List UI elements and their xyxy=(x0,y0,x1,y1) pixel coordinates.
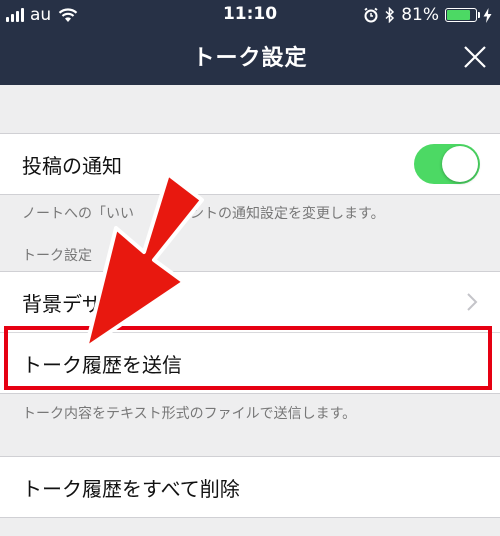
notification-toggle[interactable] xyxy=(414,144,480,184)
chevron-right-icon xyxy=(467,293,478,311)
send-history-description: トーク内容をテキスト形式のファイルで送信します。 xyxy=(22,406,357,422)
background-design-label: 背景デザ xyxy=(22,292,102,316)
charging-icon xyxy=(483,7,492,23)
alarm-icon xyxy=(364,7,378,23)
delete-history-group: トーク履歴をすべて削除 xyxy=(0,456,500,518)
send-history-label: トーク履歴を送信 xyxy=(22,353,182,377)
notification-group: 投稿の通知 xyxy=(0,133,500,195)
notification-row: 投稿の通知 xyxy=(0,134,500,194)
delete-history-row[interactable]: トーク履歴をすべて削除 xyxy=(0,457,500,517)
close-icon[interactable] xyxy=(462,44,488,70)
battery-icon xyxy=(445,8,480,22)
battery-percent: 81% xyxy=(401,5,439,25)
page-title: トーク設定 xyxy=(192,46,308,71)
talk-settings-group: 背景デザ トーク履歴を送信 xyxy=(0,271,500,394)
background-design-row[interactable]: 背景デザ xyxy=(0,272,500,333)
notification-label: 投稿の通知 xyxy=(22,154,122,178)
status-bar: au 11:10 81% xyxy=(0,0,500,30)
section-header-talk-settings: トーク設定 xyxy=(22,248,92,264)
navigation-bar: au 11:10 81% トーク設定 xyxy=(0,0,500,85)
delete-history-label: トーク履歴をすべて削除 xyxy=(22,477,240,501)
bluetooth-icon xyxy=(385,7,395,23)
send-history-row[interactable]: トーク履歴を送信 xyxy=(0,333,500,393)
notification-description: ノートへの「いい コメントの通知設定を変更します。 xyxy=(22,206,385,222)
